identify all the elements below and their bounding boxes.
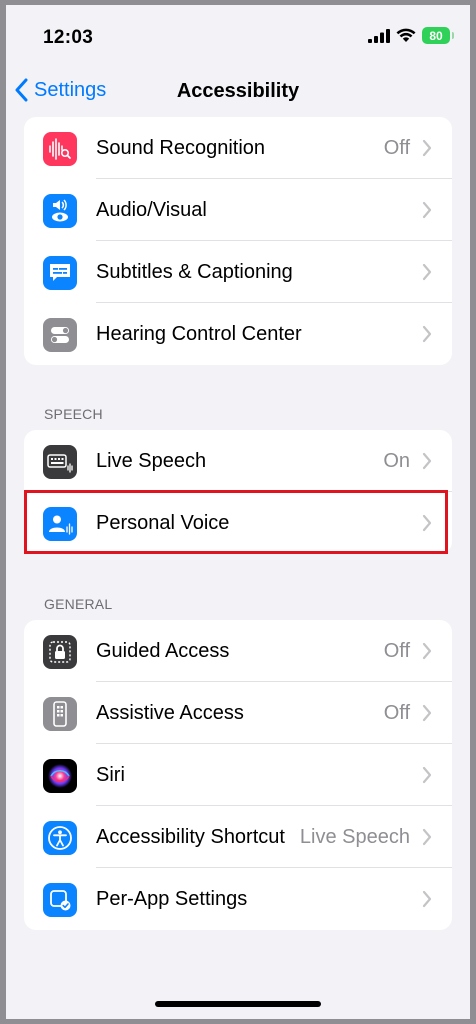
section-header-general: GENERAL xyxy=(44,596,113,612)
row-label: Accessibility Shortcut xyxy=(96,826,285,848)
row-label: Assistive Access xyxy=(96,702,244,724)
siri-icon xyxy=(43,759,77,793)
hearing-control-center-icon xyxy=(43,318,77,352)
row-personal-voice[interactable]: Personal Voice xyxy=(24,492,452,554)
row-value: Off xyxy=(383,640,410,662)
row-label: Guided Access xyxy=(96,640,230,662)
chevron-right-icon xyxy=(422,201,432,219)
status-bar: 12:03 80 xyxy=(6,5,470,65)
row-label: Hearing Control Center xyxy=(96,323,302,345)
accessibility-shortcut-icon xyxy=(43,821,77,855)
row-live-speech[interactable]: Live Speech On xyxy=(24,430,452,492)
settings-screen: 12:03 80 Settings Accessibility Sound Re… xyxy=(6,5,470,1019)
subtitles-icon xyxy=(43,256,77,290)
battery-icon: 80 xyxy=(422,27,454,44)
page-title: Accessibility xyxy=(176,80,300,102)
row-label: Live Speech xyxy=(96,450,207,472)
chevron-right-icon xyxy=(422,828,432,846)
row-label: Audio/Visual xyxy=(96,199,207,221)
chevron-right-icon xyxy=(422,263,432,281)
row-label: Siri xyxy=(96,764,125,786)
row-value: Live Speech xyxy=(299,826,410,848)
row-assistive-access[interactable]: Assistive Access Off xyxy=(24,682,452,744)
chevron-right-icon xyxy=(422,514,432,532)
row-guided-access[interactable]: Guided Access Off xyxy=(24,620,452,682)
battery-level: 80 xyxy=(429,28,443,43)
section-header-speech: SPEECH xyxy=(44,406,103,422)
hearing-group: Sound Recognition Off Audio/Visual Subti… xyxy=(24,117,452,365)
home-indicator[interactable] xyxy=(155,1001,321,1007)
sound-recognition-icon xyxy=(43,132,77,166)
chevron-right-icon xyxy=(422,704,432,722)
row-sound-recognition[interactable]: Sound Recognition Off xyxy=(24,117,452,179)
row-label: Per-App Settings xyxy=(96,888,248,910)
row-subtitles-captioning[interactable]: Subtitles & Captioning xyxy=(24,241,452,303)
navigation-bar: Settings Accessibility xyxy=(6,65,470,117)
chevron-right-icon xyxy=(422,642,432,660)
chevron-right-icon xyxy=(422,452,432,470)
general-group: Guided Access Off Assistive Access Off S… xyxy=(24,620,452,930)
speech-group: Live Speech On Personal Voice xyxy=(24,430,452,554)
cellular-signal-icon xyxy=(368,28,390,43)
keyboard-speech-icon xyxy=(43,445,77,479)
row-value: Off xyxy=(383,137,410,159)
row-label: Sound Recognition xyxy=(96,137,266,159)
row-audio-visual[interactable]: Audio/Visual xyxy=(24,179,452,241)
row-accessibility-shortcut[interactable]: Accessibility Shortcut Live Speech xyxy=(24,806,452,868)
status-time: 12:03 xyxy=(43,27,94,48)
row-per-app-settings[interactable]: Per-App Settings xyxy=(24,868,452,930)
chevron-right-icon xyxy=(422,766,432,784)
row-label: Personal Voice xyxy=(96,512,230,534)
row-siri[interactable]: Siri xyxy=(24,744,452,806)
per-app-settings-icon xyxy=(43,883,77,917)
chevron-right-icon xyxy=(422,325,432,343)
wifi-icon xyxy=(396,28,416,42)
assistive-access-icon xyxy=(43,697,77,731)
chevron-right-icon xyxy=(422,890,432,908)
audio-visual-icon xyxy=(43,194,77,228)
row-label: Subtitles & Captioning xyxy=(96,261,293,283)
status-icons: 80 xyxy=(368,27,454,44)
personal-voice-icon xyxy=(43,507,77,541)
row-value: On xyxy=(383,450,410,472)
chevron-right-icon xyxy=(422,139,432,157)
row-value: Off xyxy=(383,702,410,724)
guided-access-icon xyxy=(43,635,77,669)
row-hearing-control-center[interactable]: Hearing Control Center xyxy=(24,303,452,365)
